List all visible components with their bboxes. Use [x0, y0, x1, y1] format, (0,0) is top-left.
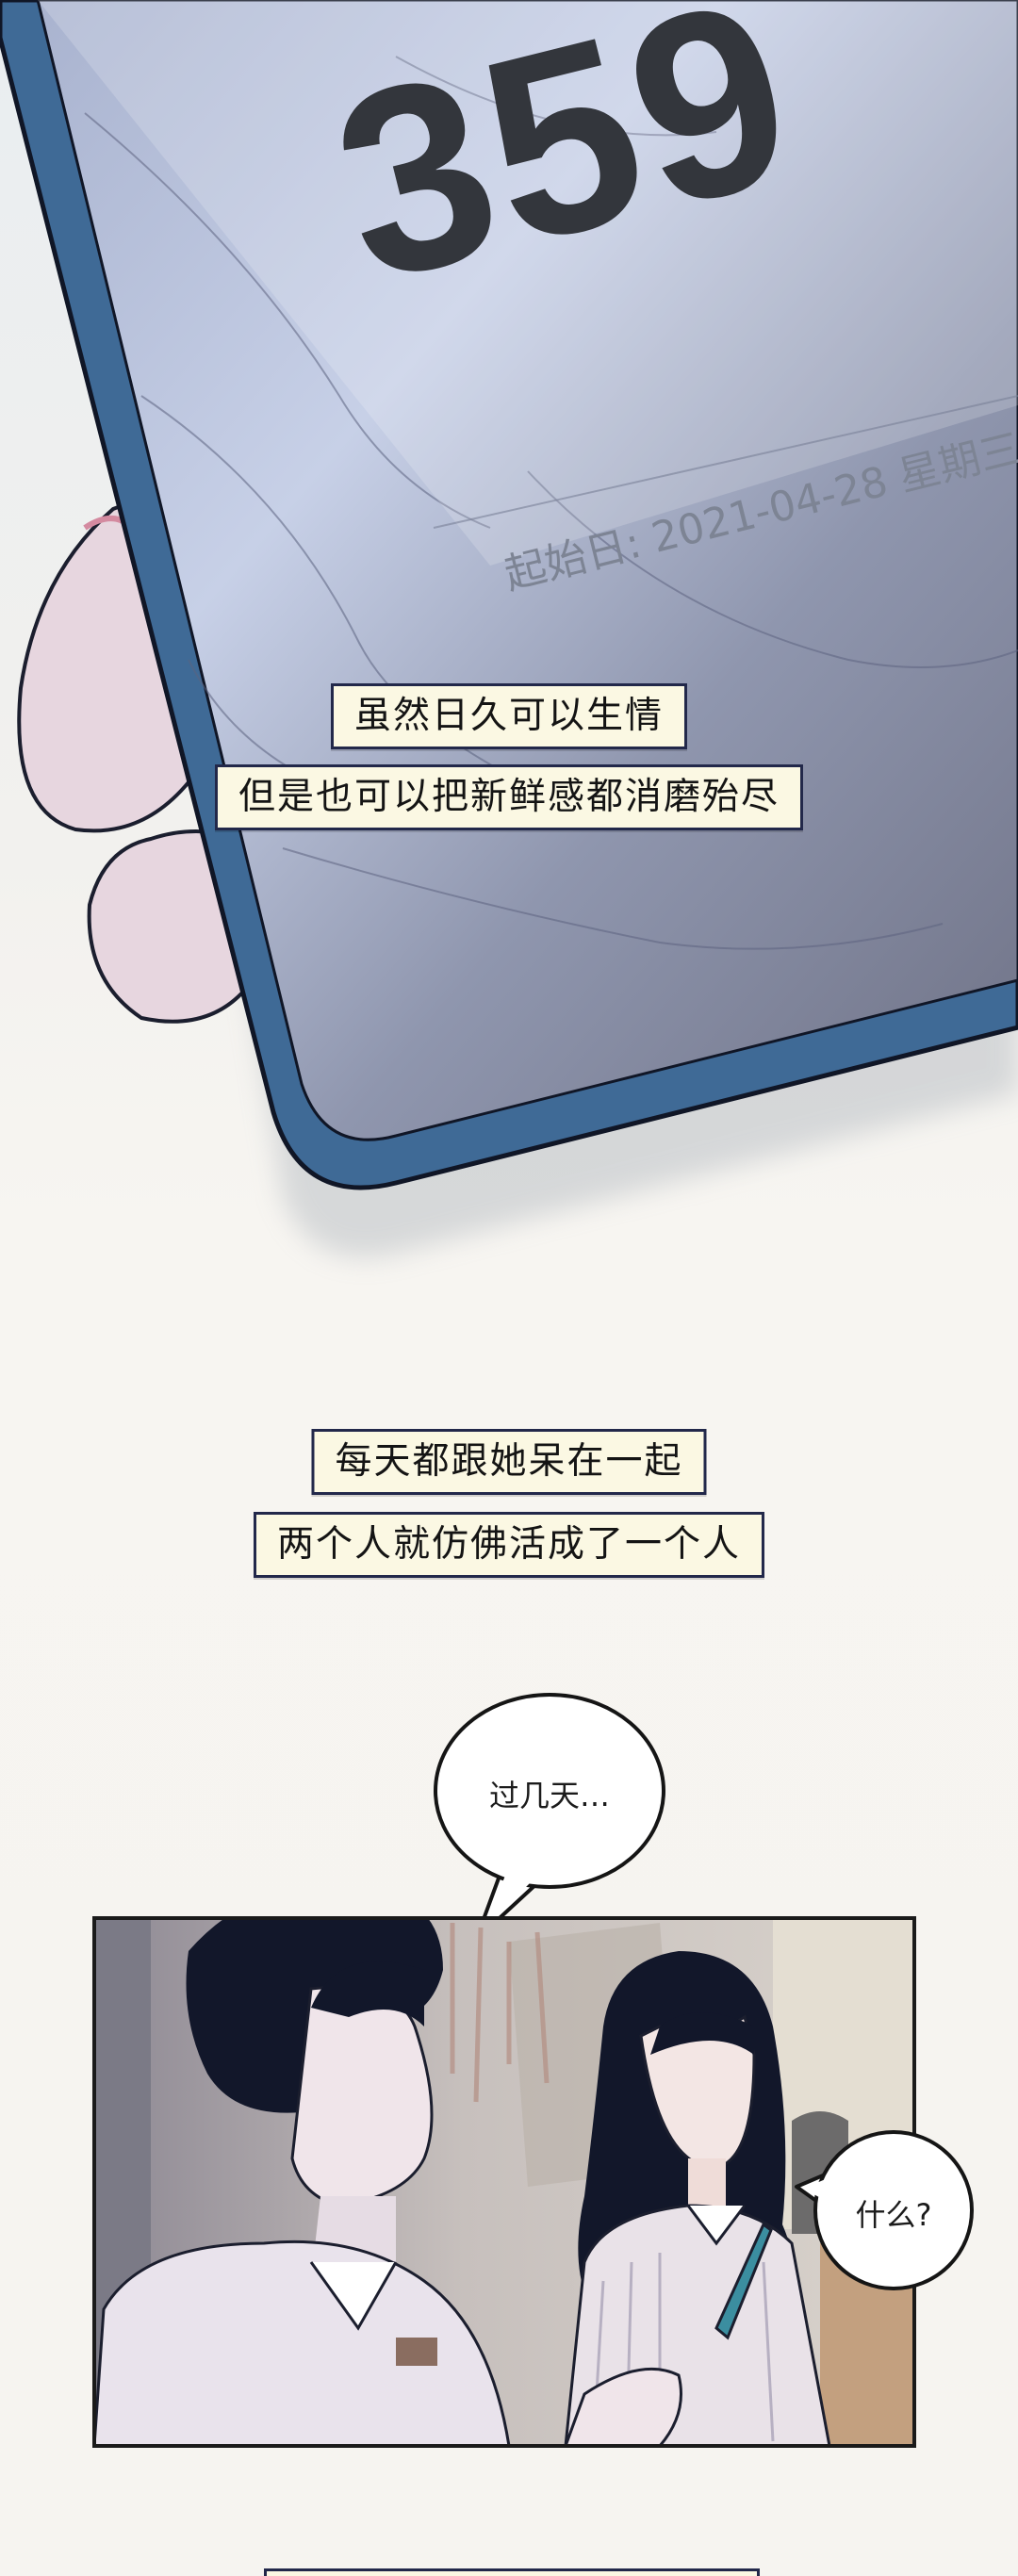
caption-4: 两个人就仿佛活成了一个人: [253, 1512, 765, 1578]
next-caption-edge: [264, 2568, 760, 2576]
speech-bubble-man: [434, 1693, 665, 1942]
caption-1: 虽然日久可以生情: [330, 683, 688, 749]
caption-2: 但是也可以把新鲜感都消磨殆尽: [214, 764, 804, 830]
comic-page: 359 起始日: 2021-04-28 星期三 虽然日久可以生情 但是也可以把新…: [0, 0, 1018, 2576]
speech-bubble-man-text: 过几天…: [488, 1778, 610, 1813]
comic-artwork: 359 起始日: 2021-04-28 星期三: [0, 0, 1018, 2448]
caption-3: 每天都跟她呆在一起: [311, 1429, 707, 1495]
comic-panel: [92, 1916, 916, 2448]
speech-bubble-woman-text: 什么?: [855, 2197, 932, 2233]
